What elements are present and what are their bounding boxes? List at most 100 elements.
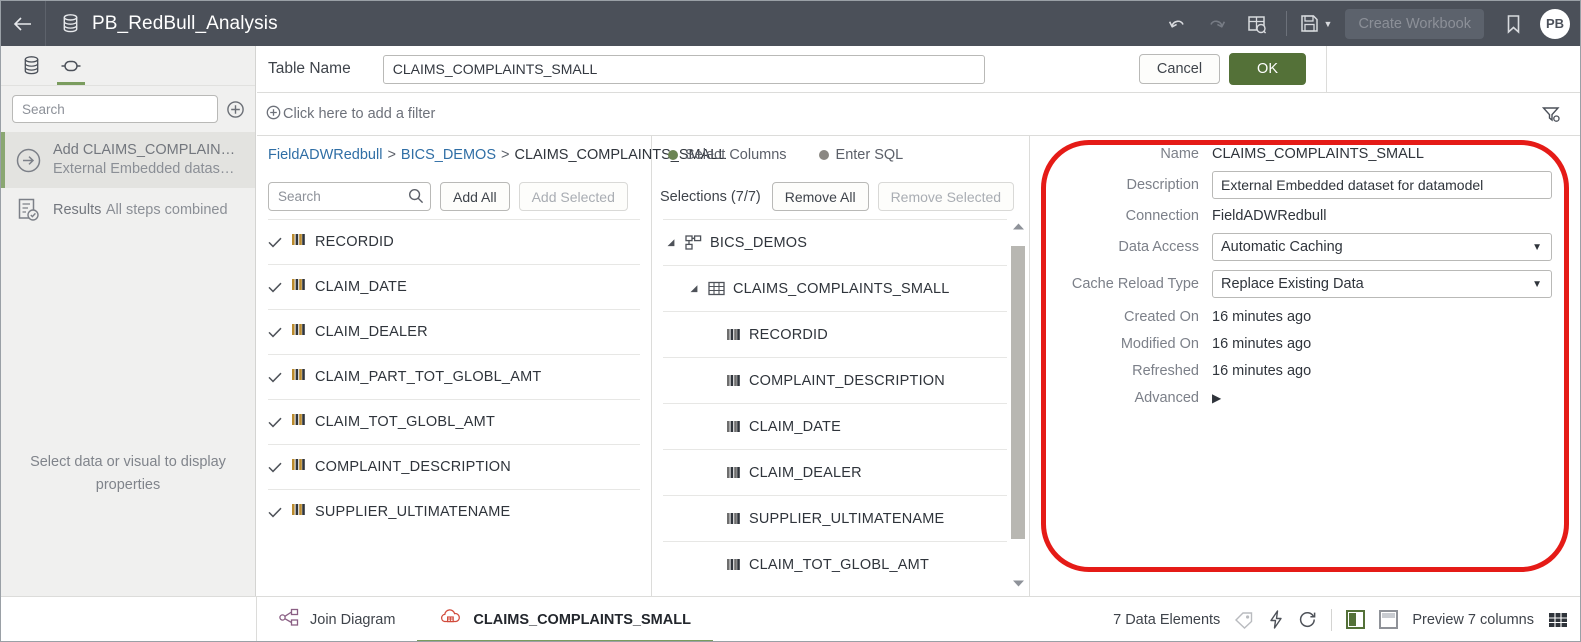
check-icon <box>268 417 282 428</box>
add-selected-button[interactable]: Add Selected <box>518 182 628 211</box>
available-columns-list[interactable]: RECORDID CLAIM_DATE CLAIM_DEALER CLAIM_P… <box>257 219 651 596</box>
create-workbook-button[interactable]: Create Workbook <box>1345 8 1484 39</box>
columns-search-wrapper <box>268 182 431 211</box>
cloud-dataset-icon <box>439 608 462 632</box>
tree-row[interactable]: SUPPLIER_ULTIMATENAME <box>663 495 1007 541</box>
scrollbar-thumb[interactable] <box>1011 246 1025 539</box>
ok-button[interactable]: OK <box>1229 53 1306 85</box>
column-name: RECORDID <box>315 234 394 250</box>
list-item[interactable]: SUPPLIER_ULTIMATENAME <box>268 489 640 534</box>
schema-icon <box>685 235 702 250</box>
breadcrumb: FieldADWRedbull > BICS_DEMOS > CLAIMS_CO… <box>257 136 726 174</box>
refresh-icon[interactable] <box>1298 610 1317 629</box>
bottom-panel-toggle-icon[interactable] <box>1379 610 1399 629</box>
selections-tree[interactable]: ◢ BICS_DEMOS ◢ CLAIMS_COMPLAINTS_SMALL R… <box>652 219 1029 596</box>
column-name: CLAIM_TOT_GLOBL_AMT <box>315 414 496 430</box>
bottom-tab-join-diagram[interactable]: Join Diagram <box>257 597 417 642</box>
tree-row-label: CLAIM_TOT_GLOBL_AMT <box>749 556 930 573</box>
lightning-icon[interactable] <box>1268 610 1284 629</box>
table-name-bar: Table Name Cancel OK <box>257 45 1580 93</box>
remove-all-button[interactable]: Remove All <box>771 182 869 211</box>
expand-arrow-icon[interactable]: ◢ <box>686 283 702 294</box>
results-icon <box>14 197 42 224</box>
sidebar-tabs <box>1 46 255 86</box>
list-item[interactable]: CLAIM_DEALER <box>268 309 640 354</box>
column-icon <box>291 367 306 387</box>
radio-dot-icon <box>668 150 678 160</box>
title-bar: PB_RedBull_Analysis ▼ Create Workbook PB <box>1 1 1580 46</box>
column-icon <box>291 412 306 432</box>
data-access-select[interactable]: Automatic Caching ▼ <box>1212 233 1552 261</box>
grid-icon[interactable] <box>1548 611 1568 629</box>
list-item[interactable]: CLAIM_DATE <box>268 264 640 309</box>
column-icon <box>291 502 306 522</box>
bottom-tab-label: Join Diagram <box>310 611 396 628</box>
list-item[interactable]: CLAIM_PART_TOT_GLOBL_AMT <box>268 354 640 399</box>
avatar[interactable]: PB <box>1540 8 1570 39</box>
tree-row[interactable]: COMPLAINT_DESCRIPTION <box>663 357 1007 403</box>
back-button[interactable] <box>1 1 46 46</box>
check-icon <box>268 507 282 518</box>
sidebar-item-add-claims[interactable]: Add CLAIMS_COMPLAIN… External Embedded d… <box>1 132 255 188</box>
mode-option-label: Select Columns <box>685 147 787 163</box>
sidebar-tab-prepare[interactable] <box>51 46 91 85</box>
mode-option-enter-sql[interactable]: Enter SQL <box>818 147 903 163</box>
bookmark-icon[interactable] <box>1493 1 1533 46</box>
scroll-up-button[interactable] <box>1011 222 1025 231</box>
advanced-expand-icon[interactable]: ▶ <box>1212 391 1221 405</box>
join-diagram-icon <box>279 608 299 632</box>
column-name: CLAIM_DEALER <box>315 324 428 340</box>
description-input[interactable] <box>1212 171 1552 199</box>
redo-icon[interactable] <box>1197 1 1237 46</box>
property-row-modified-on: Modified On 16 minutes ago <box>1030 336 1580 352</box>
mode-option-select-columns[interactable]: Select Columns <box>668 147 787 163</box>
data-preview-icon[interactable] <box>1237 1 1277 46</box>
sidebar-item-results[interactable]: Results All steps combined <box>1 188 255 233</box>
cache-reload-type-select[interactable]: Replace Existing Data ▼ <box>1212 270 1552 298</box>
tree-row[interactable]: ◢ BICS_DEMOS <box>663 219 1007 265</box>
undo-icon[interactable] <box>1157 1 1197 46</box>
left-panel-toggle-icon[interactable] <box>1346 610 1366 629</box>
property-value-modified-on: 16 minutes ago <box>1212 336 1312 352</box>
breadcrumb-connection[interactable]: FieldADWRedbull <box>268 147 382 163</box>
tree-row[interactable]: RECORDID <box>663 311 1007 357</box>
add-all-button[interactable]: Add All <box>440 182 510 211</box>
search-input[interactable] <box>12 95 218 123</box>
table-name-input[interactable] <box>382 54 985 84</box>
property-label: Connection <box>1125 208 1199 224</box>
remove-selected-button[interactable]: Remove Selected <box>877 182 1015 211</box>
filter-off-icon[interactable] <box>1541 105 1561 123</box>
tree-row[interactable]: CLAIM_DEALER <box>663 449 1007 495</box>
add-filter-button[interactable]: Click here to add a filter <box>266 105 435 124</box>
list-item[interactable]: COMPLAINT_DESCRIPTION <box>268 444 640 489</box>
plus-circle-icon[interactable] <box>226 100 245 119</box>
tree-row[interactable]: CLAIM_TOT_GLOBL_AMT <box>663 541 1007 587</box>
selections-scrollbar[interactable] <box>1011 222 1025 588</box>
tree-row[interactable]: ◢ CLAIMS_COMPLAINTS_SMALL <box>663 265 1007 311</box>
property-label: Created On <box>1124 309 1199 325</box>
bottom-tab-dataset[interactable]: CLAIMS_COMPLAINTS_SMALL <box>417 597 713 641</box>
cancel-button[interactable]: Cancel <box>1138 54 1221 84</box>
check-icon <box>268 327 282 338</box>
property-value-refreshed: 16 minutes ago <box>1212 363 1312 379</box>
scrollbar-track[interactable] <box>1011 238 1025 572</box>
check-icon <box>268 237 282 248</box>
tree-row-label: BICS_DEMOS <box>710 234 808 251</box>
tree-row[interactable]: CLAIM_DATE <box>663 403 1007 449</box>
sidebar-item-title: Add CLAIMS_COMPLAIN… <box>53 142 236 158</box>
tag-icon[interactable] <box>1234 611 1254 629</box>
column-icon <box>726 511 741 526</box>
scroll-down-button[interactable] <box>1011 579 1025 588</box>
property-value-name: CLAIMS_COMPLAINTS_SMALL <box>1212 146 1424 162</box>
add-filter-label: Click here to add a filter <box>283 106 436 122</box>
column-icon <box>291 457 306 477</box>
list-item[interactable]: CLAIM_TOT_GLOBL_AMT <box>268 399 640 444</box>
column-icon <box>726 373 741 388</box>
sidebar-tab-data[interactable] <box>11 46 51 85</box>
columns-search-input[interactable] <box>268 182 431 211</box>
toolbar-divider <box>1285 11 1287 36</box>
breadcrumb-schema[interactable]: BICS_DEMOS <box>401 147 496 163</box>
expand-arrow-icon[interactable]: ◢ <box>663 237 679 248</box>
list-item[interactable]: RECORDID <box>268 219 640 264</box>
save-button[interactable]: ▼ <box>1296 14 1337 33</box>
